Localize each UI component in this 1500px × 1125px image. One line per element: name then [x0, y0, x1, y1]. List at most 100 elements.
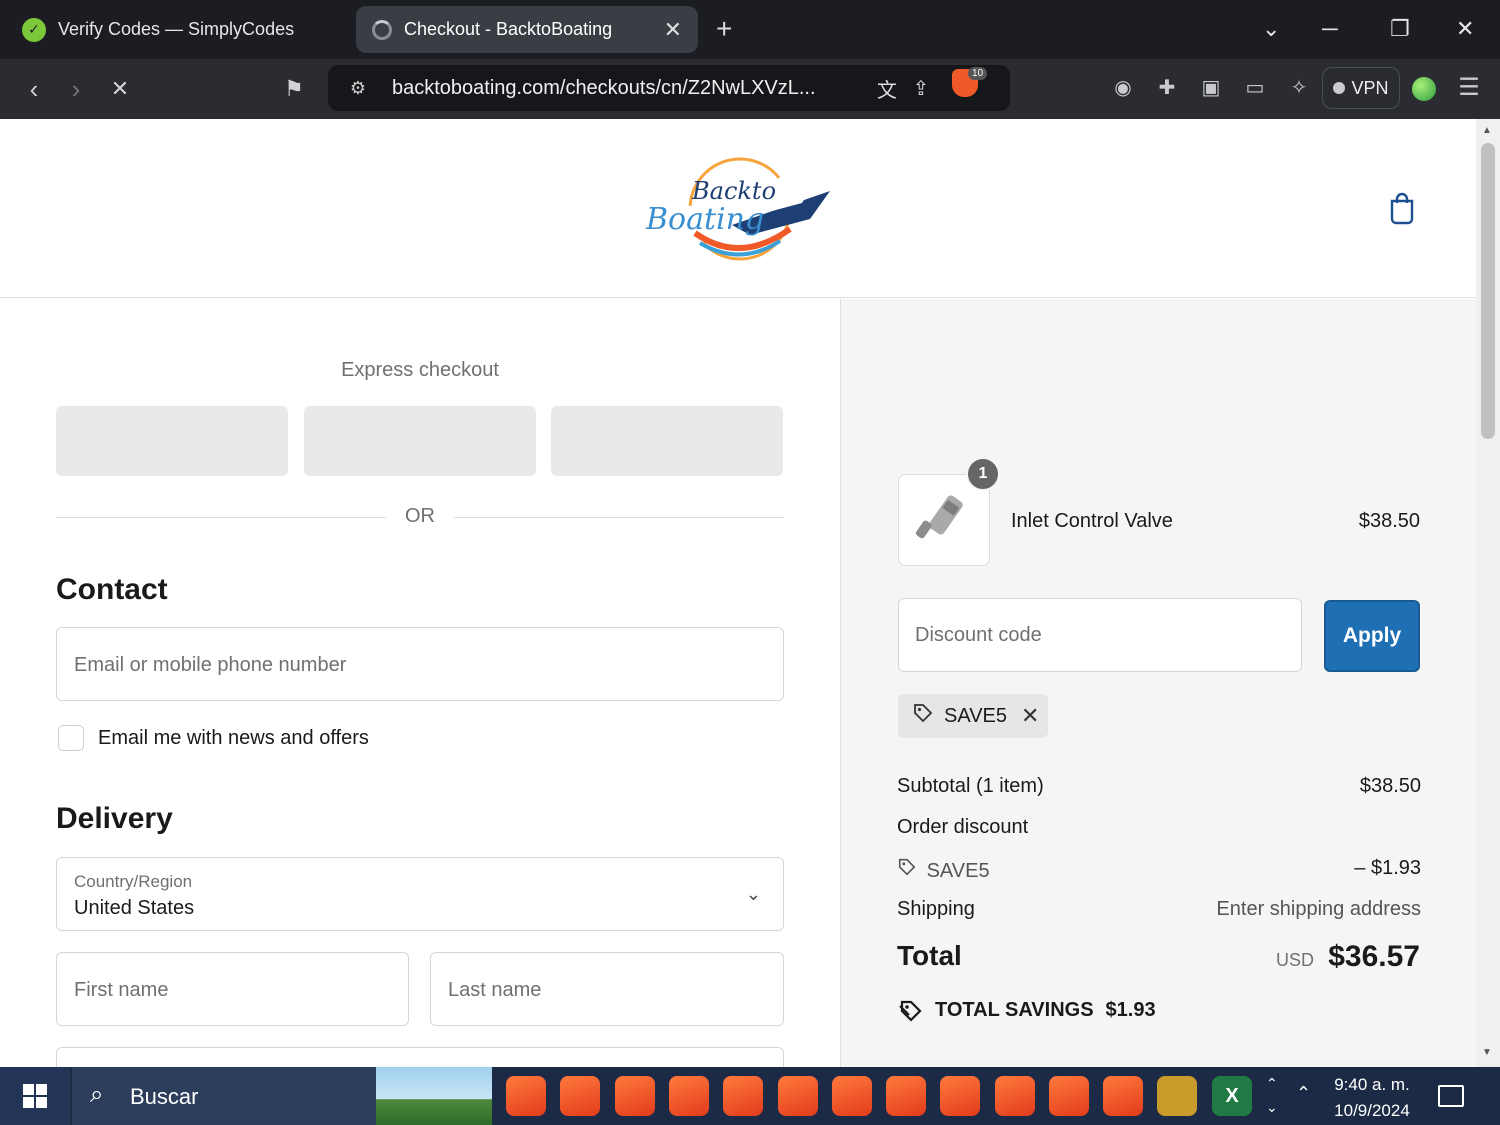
discount-code-input[interactable]: Discount code — [898, 598, 1302, 672]
savings-tag-icon — [899, 1000, 922, 1022]
windows-taskbar: ⌕ Buscar X ⌃ ⌄ ⌃ 9:40 a. m. 10/9/2024 — [0, 1067, 1500, 1125]
email-field[interactable]: Email or mobile phone number — [56, 627, 784, 701]
restore-button[interactable]: ❐ — [1390, 14, 1410, 44]
shopping-bag-icon[interactable] — [1388, 191, 1416, 225]
back-button[interactable]: ‹ — [16, 71, 52, 107]
simplycodes-favicon-icon: ✓ — [22, 17, 46, 42]
address-field[interactable] — [56, 1047, 784, 1067]
brave-window-icon[interactable] — [995, 1076, 1035, 1116]
site-settings-icon[interactable]: ⚙ — [338, 78, 378, 99]
tab-title: Checkout - BacktoBoating — [404, 19, 613, 39]
close-window-button[interactable]: ✕ — [1456, 14, 1474, 44]
notifications-icon[interactable] — [1438, 1085, 1464, 1107]
tab-simplycodes[interactable]: ✓ Verify Codes — SimplyCodes — [6, 6, 346, 53]
apply-button[interactable]: Apply — [1324, 600, 1420, 672]
pointer-app-icon[interactable] — [1157, 1076, 1197, 1116]
search-highlight-image — [376, 1067, 492, 1125]
total-label: Total — [897, 940, 962, 971]
leo-ai-icon[interactable]: ◉ — [1108, 75, 1138, 100]
tag-icon — [897, 857, 921, 883]
stop-loading-button[interactable]: ✕ — [102, 71, 138, 107]
or-text: OR — [405, 505, 435, 527]
address-bar[interactable]: ⚙ backtoboating.com/checkouts/cn/Z2NwLXV… — [328, 65, 1010, 111]
taskbar-scroll-icon[interactable]: ⌃ ⌄ — [1266, 1071, 1278, 1119]
store-header: Backto Boating — [0, 119, 1476, 298]
shipping-value: Enter shipping address — [1216, 898, 1421, 920]
search-label: Buscar — [130, 1084, 199, 1109]
excel-icon[interactable]: X — [1212, 1076, 1252, 1116]
country-label: Country/Region — [74, 872, 193, 891]
tab-checkout[interactable]: Checkout - BacktoBoating ✕ — [356, 6, 698, 53]
first-name-field[interactable]: First name — [56, 952, 409, 1026]
menu-icon[interactable]: ☰ — [1454, 73, 1484, 102]
loading-spinner-icon — [372, 19, 392, 40]
country-select[interactable]: Country/Region United States ⌄ — [56, 857, 784, 931]
brave-window-icon[interactable] — [940, 1076, 980, 1116]
search-icon: ⌕ — [90, 1081, 104, 1108]
tab-title: Verify Codes — SimplyCodes — [58, 19, 295, 39]
remove-code-icon[interactable]: ✕ — [1021, 703, 1039, 729]
sparkle-icon[interactable]: ✧ — [1284, 75, 1314, 100]
new-tab-button[interactable]: + — [716, 14, 732, 44]
system-clock[interactable]: 9:40 a. m. 10/9/2024 — [1326, 1072, 1418, 1124]
tab-search-chevron-icon[interactable]: ⌄ — [1262, 14, 1280, 44]
brave-window-icon[interactable] — [506, 1076, 546, 1116]
extensions-icon[interactable]: ✚ — [1152, 75, 1182, 100]
last-name-field[interactable]: Last name — [430, 952, 784, 1026]
backtoboating-logo[interactable]: Backto Boating — [640, 147, 840, 267]
profile-avatar[interactable] — [1412, 77, 1436, 101]
savings-label: TOTAL SAVINGS — [935, 998, 1094, 1021]
shipping-label: Shipping — [897, 898, 975, 920]
order-discount-label: Order discount — [897, 816, 1029, 838]
minimize-button[interactable]: ─ — [1322, 14, 1338, 44]
discount-code-row: SAVE5 – $1.93 — [897, 857, 1421, 883]
brave-window-icon[interactable] — [832, 1076, 872, 1116]
close-tab-icon[interactable]: ✕ — [664, 17, 682, 43]
browser-toolbar: ‹ › ✕ ⚑ ⚙ backtoboating.com/checkouts/cn… — [0, 59, 1500, 119]
express-checkout-title: Express checkout — [341, 359, 499, 381]
wallet-icon[interactable]: ▭ — [1240, 75, 1270, 100]
applied-code-text: SAVE5 — [944, 704, 1007, 727]
brave-window-icon[interactable] — [1103, 1076, 1143, 1116]
brave-window-icon[interactable] — [669, 1076, 709, 1116]
express-pay-button-1[interactable] — [56, 406, 288, 476]
start-button[interactable] — [0, 1067, 70, 1125]
sidebar-icon[interactable]: ▣ — [1196, 75, 1226, 100]
vpn-button[interactable]: VPN — [1322, 67, 1400, 109]
express-pay-button-3[interactable] — [551, 406, 783, 476]
news-offers-label[interactable]: Email me with news and offers — [98, 727, 369, 750]
url-text[interactable]: backtoboating.com/checkouts/cn/Z2NwLXVzL… — [392, 77, 870, 100]
brave-window-icon[interactable] — [560, 1076, 600, 1116]
page-scrollbar[interactable]: ▲ ▼ — [1476, 119, 1500, 1067]
forward-button[interactable]: › — [58, 71, 94, 107]
scroll-up-icon[interactable]: ▲ — [1482, 125, 1492, 136]
taskbar-search[interactable]: ⌕ Buscar — [72, 1067, 492, 1125]
brave-window-icon[interactable] — [1049, 1076, 1089, 1116]
delivery-heading: Delivery — [56, 802, 173, 835]
brave-window-icon[interactable] — [615, 1076, 655, 1116]
total-savings: TOTAL SAVINGS $1.93 — [897, 997, 1156, 1023]
total-currency: USD — [1275, 950, 1314, 970]
brave-window-icon[interactable] — [886, 1076, 926, 1116]
clock-date: 10/9/2024 — [1334, 1101, 1410, 1120]
subtotal-row: Subtotal (1 item) $38.50 — [897, 775, 1421, 798]
product-name: Inlet Control Valve — [1011, 510, 1173, 532]
bookmark-icon[interactable]: ⚑ — [276, 71, 312, 107]
express-pay-button-2[interactable] — [304, 406, 536, 476]
savings-value: $1.93 — [1105, 998, 1156, 1021]
shipping-row: Shipping Enter shipping address — [897, 898, 1421, 921]
brave-window-icon[interactable] — [778, 1076, 818, 1116]
show-hidden-icons-icon[interactable]: ⌃ — [1296, 1083, 1311, 1104]
clock-time: 9:40 a. m. — [1334, 1075, 1410, 1094]
scroll-down-icon[interactable]: ▼ — [1482, 1047, 1492, 1058]
translate-icon[interactable]: 文 — [870, 74, 904, 103]
first-name-placeholder: First name — [74, 979, 169, 1001]
news-offers-checkbox[interactable] — [58, 725, 84, 751]
contact-heading: Contact — [56, 573, 168, 606]
brave-window-icon[interactable] — [723, 1076, 763, 1116]
windows-logo-icon — [23, 1084, 47, 1108]
scroll-thumb[interactable] — [1481, 143, 1495, 439]
share-icon[interactable]: ⇪ — [904, 76, 938, 101]
subtotal-value: $38.50 — [1359, 775, 1421, 797]
discount-value: – $1.93 — [1354, 857, 1421, 879]
